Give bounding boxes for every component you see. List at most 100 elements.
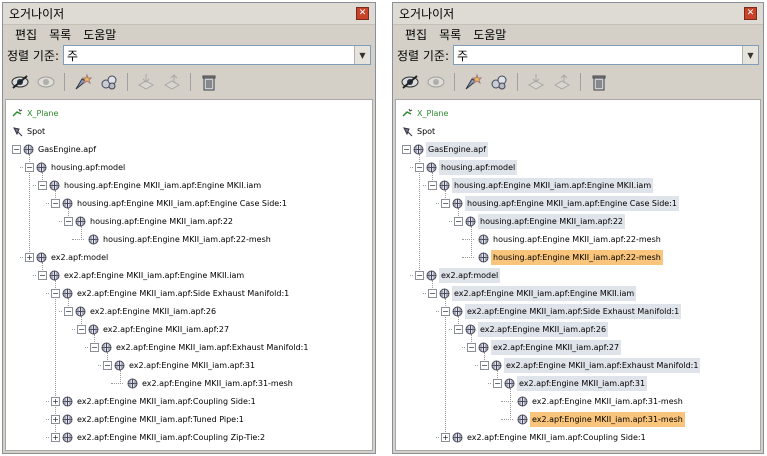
- import-icon[interactable]: [135, 71, 157, 93]
- menu-list[interactable]: 목록: [439, 26, 461, 43]
- assembly-icon: [517, 396, 528, 407]
- collapse-icon[interactable]: −: [415, 271, 424, 280]
- chevron-down-icon[interactable]: ▼: [354, 46, 370, 64]
- collapse-icon[interactable]: −: [77, 325, 86, 334]
- tree-node[interactable]: − ex2.apf:Engine MKII_iam.apf:27: [77, 322, 231, 337]
- export-icon[interactable]: [551, 71, 573, 93]
- collapse-icon[interactable]: −: [441, 199, 450, 208]
- collapse-icon[interactable]: −: [103, 361, 112, 370]
- tree-node[interactable]: − housing.apf:Engine MKII_iam.apf:22: [64, 214, 235, 229]
- close-icon[interactable]: ✕: [356, 7, 369, 20]
- tree-node[interactable]: housing.apf:Engine MKII_iam.apf:22-mesh: [478, 232, 663, 247]
- tree-node[interactable]: − ex2.apf:Engine MKII_iam.apf:Engine MKII…: [428, 286, 637, 301]
- tree-node[interactable]: − housing.apf:Engine MKII_iam.apf:Engine …: [38, 178, 263, 193]
- expand-icon[interactable]: +: [51, 415, 60, 424]
- group-icon[interactable]: [488, 71, 510, 93]
- sort-dropdown[interactable]: 주 ▼: [453, 45, 759, 65]
- tree-node[interactable]: + ex2.apf:model: [25, 250, 110, 265]
- tree-node[interactable]: − housing.apf:Engine MKII_iam.apf:Engine …: [428, 178, 654, 193]
- tree-node[interactable]: + ex2.apf:Engine MKII_iam.apf:Tuned Pipe:…: [51, 412, 246, 427]
- tree-node[interactable]: − GasEngine.apf: [402, 142, 489, 157]
- tree-node[interactable]: − housing.apf:Engine MKII_iam.apf:Engine …: [441, 196, 679, 211]
- collapse-icon[interactable]: −: [454, 217, 463, 226]
- tree-guide-line: [410, 275, 413, 276]
- hide-icon[interactable]: [399, 71, 421, 93]
- show-icon[interactable]: [425, 71, 447, 93]
- tree-node[interactable]: Spot: [402, 124, 437, 139]
- tree-node[interactable]: − housing.apf:model: [415, 160, 518, 175]
- tree-node[interactable]: − ex2.apf:Engine MKII_iam.apf:Engine MKII…: [38, 268, 246, 283]
- tree-node[interactable]: − housing.apf:Engine MKII_iam.apf:22: [454, 214, 625, 229]
- delete-icon[interactable]: [198, 71, 220, 93]
- collapse-icon[interactable]: −: [12, 145, 21, 154]
- collapse-icon[interactable]: −: [38, 271, 47, 280]
- collapse-icon[interactable]: −: [38, 181, 47, 190]
- tree-node[interactable]: − housing.apf:model: [25, 160, 127, 175]
- tree-node[interactable]: + ex2.apf:Engine MKII_iam.apf:Coupling Zi…: [51, 430, 267, 445]
- tree-node[interactable]: − ex2.apf:Engine MKII_iam.apf:Side Exhaus…: [51, 286, 291, 301]
- tree-node[interactable]: − ex2.apf:model: [415, 268, 501, 283]
- tree-node[interactable]: − housing.apf:Engine MKII_iam.apf:Engine …: [51, 196, 289, 211]
- export-icon[interactable]: [161, 71, 183, 93]
- menu-help[interactable]: 도움말: [83, 26, 116, 43]
- expand-icon[interactable]: +: [25, 253, 34, 262]
- collapse-icon[interactable]: −: [454, 325, 463, 334]
- menu-edit[interactable]: 편집: [15, 26, 37, 43]
- tree-node[interactable]: Spot: [12, 124, 47, 139]
- tree-node[interactable]: − GasEngine.apf: [12, 142, 98, 157]
- tree-node[interactable]: − ex2.apf:Engine MKII_iam.apf:Exhaust Man…: [90, 340, 310, 355]
- organizer-tree[interactable]: X_Plane Spot − GasEngine.apf − housing.apf:mo…: [5, 99, 373, 451]
- menu-help[interactable]: 도움말: [473, 26, 506, 43]
- collapse-icon[interactable]: −: [51, 199, 60, 208]
- delete-icon[interactable]: [588, 71, 610, 93]
- tree-node[interactable]: + ex2.apf:Engine MKII_iam.apf:Coupling Si…: [441, 430, 648, 445]
- tree-node-label: Spot: [27, 127, 46, 136]
- tree-node[interactable]: − ex2.apf:Engine MKII_iam.apf:Side Exhaus…: [441, 304, 682, 319]
- tree-node-label: ex2.apf:Engine MKII_iam.apf:Side Exhaust…: [77, 289, 290, 298]
- hide-icon[interactable]: [9, 71, 31, 93]
- expand-icon[interactable]: +: [51, 433, 60, 442]
- collapse-icon[interactable]: −: [428, 181, 437, 190]
- tree-node[interactable]: ex2.apf:Engine MKII_iam.apf:31-mesh: [127, 376, 295, 391]
- organizer-tree[interactable]: X_Plane Spot − GasEngine.apf − housing.apf:mo…: [395, 99, 761, 451]
- collapse-icon[interactable]: −: [25, 163, 34, 172]
- show-icon[interactable]: [35, 71, 57, 93]
- collapse-icon[interactable]: −: [402, 145, 411, 154]
- collapse-icon[interactable]: −: [415, 163, 424, 172]
- tree-node[interactable]: + ex2.apf:Engine MKII_iam.apf:Coupling Si…: [51, 394, 258, 409]
- tree-node[interactable]: − ex2.apf:Engine MKII_iam.apf:Exhaust Man…: [480, 358, 701, 373]
- tree-node[interactable]: ex2.apf:Engine MKII_iam.apf:31-mesh: [517, 412, 685, 427]
- tree-node[interactable]: ex2.apf:Engine MKII_iam.apf:31-mesh: [517, 394, 685, 409]
- tree-node[interactable]: − ex2.apf:Engine MKII_iam.apf:27: [467, 340, 622, 355]
- import-icon[interactable]: [525, 71, 547, 93]
- chevron-down-icon[interactable]: ▼: [742, 46, 758, 64]
- collapse-icon[interactable]: −: [480, 361, 489, 370]
- sort-dropdown[interactable]: 주 ▼: [63, 45, 371, 65]
- collapse-icon[interactable]: −: [493, 379, 502, 388]
- menu-edit[interactable]: 편집: [405, 26, 427, 43]
- collapse-icon[interactable]: −: [467, 343, 476, 352]
- menu-list[interactable]: 목록: [49, 26, 71, 43]
- collapse-icon[interactable]: −: [64, 217, 73, 226]
- highlight-icon[interactable]: [72, 71, 94, 93]
- highlight-icon[interactable]: [462, 71, 484, 93]
- collapse-icon[interactable]: −: [428, 289, 437, 298]
- tree-node-label: X_Plane: [417, 109, 449, 118]
- group-icon[interactable]: [98, 71, 120, 93]
- tree-node[interactable]: − ex2.apf:Engine MKII_iam.apf:26: [454, 322, 609, 337]
- expand-icon[interactable]: +: [51, 397, 60, 406]
- tree-node[interactable]: − ex2.apf:Engine MKII_iam.apf:26: [64, 304, 218, 319]
- tree-node[interactable]: X_Plane: [402, 106, 450, 121]
- collapse-icon[interactable]: −: [90, 343, 99, 352]
- toolbar-separator: [127, 73, 128, 91]
- tree-node[interactable]: housing.apf:Engine MKII_iam.apf:22-mesh: [88, 232, 273, 247]
- tree-node[interactable]: X_Plane: [12, 106, 60, 121]
- tree-node[interactable]: housing.apf:Engine MKII_iam.apf:22-mesh: [478, 250, 663, 265]
- close-icon[interactable]: ✕: [744, 7, 757, 20]
- collapse-icon[interactable]: −: [51, 289, 60, 298]
- collapse-icon[interactable]: −: [441, 307, 450, 316]
- collapse-icon[interactable]: −: [64, 307, 73, 316]
- tree-node[interactable]: − ex2.apf:Engine MKII_iam.apf:31: [103, 358, 257, 373]
- tree-node[interactable]: − ex2.apf:Engine MKII_iam.apf:31: [493, 376, 648, 391]
- expand-icon[interactable]: +: [441, 433, 450, 442]
